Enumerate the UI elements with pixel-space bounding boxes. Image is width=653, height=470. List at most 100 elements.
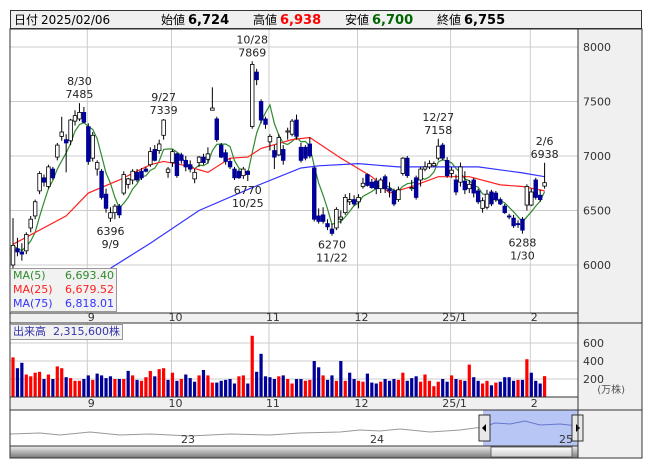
annotation-date: 1/30 [510, 250, 535, 263]
candle-down [183, 159, 188, 168]
annotation-date: 12/27 [422, 111, 454, 124]
navigator-label: 24 [370, 433, 384, 446]
volume-bar [55, 366, 59, 397]
volume-bar [206, 375, 210, 397]
volume-bar [51, 379, 55, 397]
volume-bar [170, 372, 175, 397]
candle-up [125, 178, 131, 185]
volume-bar [131, 375, 135, 397]
candle-down [520, 218, 525, 231]
candle-up [94, 162, 100, 170]
volume-unit: (万株) [597, 383, 625, 396]
scrollbar-thumb[interactable] [490, 446, 573, 458]
volume-bar [308, 379, 312, 397]
annotation-date: 10/25 [232, 197, 264, 210]
volume-bar [117, 379, 121, 397]
volume-bar [516, 379, 520, 397]
candle-up [289, 120, 295, 135]
volume-bar [321, 375, 325, 397]
volume-bar [64, 377, 68, 397]
candle-up [241, 168, 246, 177]
price-tick-label: 8000 [583, 41, 611, 54]
volume-bar [122, 379, 126, 397]
candle-up [484, 193, 490, 208]
annotation-price: 6270 [318, 239, 346, 252]
x-tick-label-volume: 25/1 [442, 397, 467, 410]
annotation-date: 9/9 [102, 238, 120, 251]
candle-up [422, 166, 428, 170]
candle-down [511, 217, 516, 227]
volume-bar [139, 380, 144, 397]
candle-up [436, 145, 441, 159]
volume-bar [255, 371, 259, 397]
volume-bar [108, 376, 113, 397]
candle-up [338, 216, 344, 220]
volume-bar [361, 381, 365, 397]
candle-up [267, 135, 273, 143]
candle-down [187, 164, 193, 170]
candle-up [360, 182, 366, 187]
volume-bar [42, 379, 46, 397]
volume-bar [46, 374, 51, 397]
candle-down [391, 190, 397, 205]
volume-bar [370, 382, 374, 397]
annotation-price: 7339 [150, 104, 178, 117]
volume-bar [352, 379, 356, 397]
candle-down [387, 188, 392, 192]
volume-bar [472, 377, 476, 397]
volume-bar [263, 376, 268, 397]
candle-down [533, 179, 538, 198]
volume-bar [525, 359, 529, 397]
volume-bar [232, 383, 237, 397]
annotation-date: 11/22 [316, 252, 348, 265]
candle-up [409, 187, 414, 190]
x-tick-label-volume: 10 [168, 397, 182, 410]
candle-down [179, 154, 184, 161]
candle-down [493, 192, 499, 200]
candle-down [382, 176, 388, 190]
candle-down [537, 194, 543, 201]
volume-bar [534, 380, 538, 397]
candle-down [236, 170, 242, 179]
volume-bar [485, 380, 489, 397]
volume-bar [91, 379, 95, 397]
candle-down [139, 170, 144, 179]
volume-bar [441, 379, 445, 397]
volume-tick-label: 400 [583, 355, 604, 368]
candle-up [196, 156, 202, 163]
x-tick-label-volume: 9 [88, 397, 95, 410]
candle-up [205, 153, 211, 160]
candle-down [223, 152, 228, 162]
candle-up [156, 143, 162, 151]
volume-label: 出来高 [13, 325, 46, 338]
annotation-date: 8/30 [67, 75, 92, 88]
navigator[interactable]: 23 24 25 [9, 410, 584, 446]
volume-bar [463, 380, 467, 397]
navigator-line [9, 426, 484, 437]
volume-bar [100, 375, 104, 397]
candle-up [250, 64, 255, 127]
candle-down [462, 180, 468, 191]
volume-bar [157, 369, 161, 397]
volume-bar [405, 380, 409, 397]
volume-bar [379, 381, 383, 397]
candle-up [112, 205, 118, 214]
candle-up [90, 134, 95, 159]
legend-ma25: MA(25) 6,679.52 [13, 283, 114, 296]
candle-up [524, 186, 530, 206]
candle-down [174, 153, 180, 177]
candle-down [117, 205, 122, 216]
price-tick-label: 6500 [583, 205, 611, 218]
volume-bar [494, 382, 498, 397]
volume-bar [365, 373, 369, 397]
volume-bar [135, 379, 139, 397]
candle-down [316, 215, 321, 222]
candle-up [24, 234, 29, 252]
volume-bar [507, 377, 511, 397]
volume-bar [268, 377, 272, 397]
volume-bar [543, 376, 547, 397]
volume-bar [325, 379, 330, 397]
candle-up [192, 171, 197, 180]
candle-up [72, 115, 78, 122]
ma-legend: MA(5) 6,693.40 MA(25) 6,679.52 MA(75) 6,818… [10, 268, 117, 312]
